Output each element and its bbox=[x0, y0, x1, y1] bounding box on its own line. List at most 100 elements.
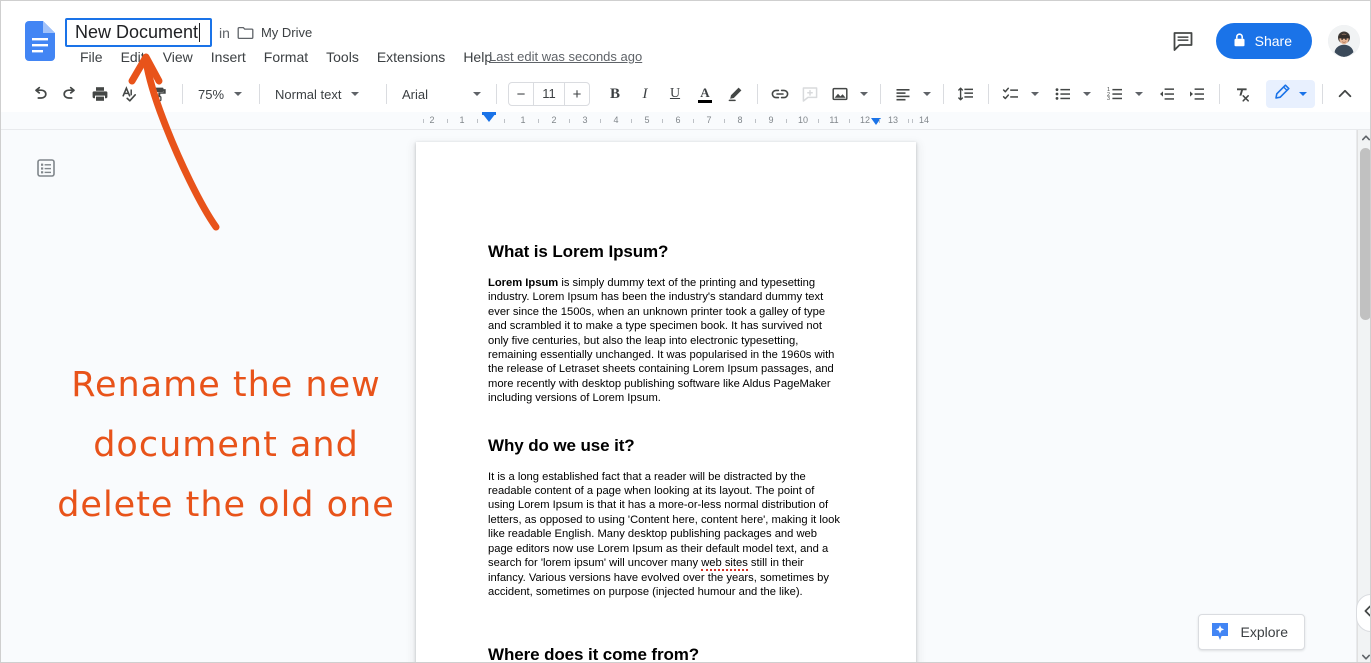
header-actions: Share bbox=[1166, 23, 1360, 59]
ruler-number: 1 bbox=[520, 115, 526, 125]
editing-mode-button[interactable] bbox=[1266, 80, 1315, 108]
vertical-scrollbar[interactable] bbox=[1357, 130, 1370, 662]
share-button-label: Share bbox=[1254, 33, 1292, 49]
ruler-ticks: 2 1 1 2 3 4 5 6 7 8 9 10 11 12 13 14 bbox=[416, 112, 933, 129]
increase-indent-icon[interactable] bbox=[1184, 81, 1210, 107]
font-size-value[interactable]: 11 bbox=[533, 83, 565, 105]
scrollbar-up-button[interactable] bbox=[1358, 130, 1370, 145]
ruler-number: 2 bbox=[429, 115, 435, 125]
toolbar-separator bbox=[943, 84, 944, 104]
numbered-list-dropdown[interactable] bbox=[1132, 81, 1146, 107]
insert-image-icon[interactable] bbox=[827, 81, 853, 107]
left-indent-marker[interactable] bbox=[482, 113, 496, 122]
menu-extensions[interactable]: Extensions bbox=[368, 47, 454, 67]
document-ruler[interactable]: 2 1 1 2 3 4 5 6 7 8 9 10 11 12 13 14 bbox=[416, 112, 933, 129]
undo-icon[interactable] bbox=[27, 81, 53, 107]
chevron-down-icon bbox=[234, 92, 243, 96]
bulleted-list-icon[interactable] bbox=[1050, 81, 1076, 107]
collapse-side-panel-button[interactable] bbox=[1356, 594, 1370, 632]
comment-history-icon[interactable] bbox=[1166, 24, 1200, 58]
chevron-down-icon bbox=[473, 92, 481, 96]
scrollbar-down-button[interactable] bbox=[1358, 649, 1370, 662]
hide-menus-button[interactable] bbox=[1332, 81, 1358, 107]
svg-text:3: 3 bbox=[1107, 96, 1110, 102]
italic-button[interactable]: I bbox=[632, 81, 658, 107]
explore-button[interactable]: Explore bbox=[1197, 614, 1305, 650]
clear-formatting-icon[interactable] bbox=[1229, 81, 1255, 107]
add-comment-icon[interactable] bbox=[797, 81, 823, 107]
folder-icon[interactable] bbox=[237, 26, 254, 40]
docs-file-icon[interactable] bbox=[23, 19, 57, 63]
align-dropdown[interactable] bbox=[920, 81, 934, 107]
paragraph-lead-bold: Lorem Ipsum bbox=[488, 277, 559, 289]
chevron-down-icon bbox=[1299, 92, 1307, 96]
redo-icon[interactable] bbox=[57, 81, 83, 107]
misspelled-word[interactable]: web sites bbox=[701, 557, 748, 572]
link-icon[interactable] bbox=[767, 81, 793, 107]
in-label: in bbox=[219, 24, 230, 41]
text-color-button[interactable]: A bbox=[692, 81, 718, 107]
ruler-number: 4 bbox=[613, 115, 619, 125]
menu-tools[interactable]: Tools bbox=[317, 47, 368, 67]
insert-image-dropdown[interactable] bbox=[857, 81, 871, 107]
menu-format[interactable]: Format bbox=[255, 47, 317, 67]
line-spacing-icon[interactable] bbox=[953, 81, 979, 107]
menu-insert[interactable]: Insert bbox=[202, 47, 255, 67]
menu-file[interactable]: File bbox=[71, 47, 112, 67]
font-size-increase-button[interactable]: + bbox=[565, 83, 589, 105]
text-color-icon: A bbox=[698, 86, 712, 103]
spellcheck-icon[interactable] bbox=[117, 81, 143, 107]
underline-label: U bbox=[669, 86, 681, 101]
ruler-number: 7 bbox=[706, 115, 712, 125]
document-canvas: What is Lorem Ipsum? Lorem Ipsum is simp… bbox=[1, 130, 1370, 662]
font-family-select[interactable]: Arial bbox=[394, 81, 489, 107]
toolbar-separator bbox=[757, 84, 758, 104]
font-family-value: Arial bbox=[402, 86, 429, 102]
user-avatar[interactable] bbox=[1328, 25, 1360, 57]
bulleted-list-dropdown[interactable] bbox=[1080, 81, 1094, 107]
font-size-decrease-button[interactable]: − bbox=[509, 83, 533, 105]
toolbar-separator bbox=[182, 84, 183, 104]
underline-button[interactable]: U bbox=[662, 81, 688, 107]
numbered-list-icon[interactable]: 1 2 3 bbox=[1102, 81, 1128, 107]
document-body[interactable]: What is Lorem Ipsum? Lorem Ipsum is simp… bbox=[416, 142, 916, 662]
heading-why-do-we-use-it: Why do we use it? bbox=[488, 435, 635, 455]
explore-button-label: Explore bbox=[1240, 624, 1288, 640]
menu-edit[interactable]: Edit bbox=[112, 47, 154, 67]
heading-what-is-lorem-ipsum: What is Lorem Ipsum? bbox=[488, 242, 669, 261]
google-docs-window: New Document in My Drive File Edit View … bbox=[0, 0, 1371, 663]
zoom-select[interactable]: 75% bbox=[190, 81, 252, 107]
chevron-left-icon bbox=[1361, 604, 1370, 623]
document-title-input[interactable]: New Document bbox=[65, 18, 213, 47]
ruler-number: 6 bbox=[675, 115, 681, 125]
paint-format-icon[interactable] bbox=[147, 81, 173, 107]
checklist-dropdown[interactable] bbox=[1028, 81, 1042, 107]
paragraph-body-part-a: It is a long established fact that a rea… bbox=[488, 470, 840, 570]
ruler-number: 5 bbox=[644, 115, 650, 125]
menu-view[interactable]: View bbox=[154, 47, 202, 67]
ruler-number: 14 bbox=[918, 115, 930, 125]
document-title-text: New Document bbox=[75, 22, 199, 42]
annotation-text: Rename the new document and delete the o… bbox=[57, 365, 395, 525]
align-left-icon[interactable] bbox=[890, 81, 916, 107]
chevron-down-icon bbox=[923, 92, 931, 96]
ruler-number: 8 bbox=[737, 115, 743, 125]
bold-label: B bbox=[609, 85, 620, 102]
last-edit-status[interactable]: Last edit was seconds ago bbox=[489, 49, 642, 64]
explore-star-icon bbox=[1209, 620, 1231, 645]
paragraph-style-select[interactable]: Normal text bbox=[267, 81, 379, 107]
text-color-label: A bbox=[700, 84, 710, 100]
print-icon[interactable] bbox=[87, 81, 113, 107]
text-caret bbox=[199, 22, 201, 42]
bold-button[interactable]: B bbox=[602, 81, 628, 107]
ruler-number: 1 bbox=[459, 115, 465, 125]
drive-folder-name[interactable]: My Drive bbox=[261, 25, 312, 40]
share-button[interactable]: Share bbox=[1215, 23, 1312, 59]
decrease-indent-icon[interactable] bbox=[1154, 81, 1180, 107]
scrollbar-thumb[interactable] bbox=[1360, 148, 1370, 320]
document-page[interactable]: What is Lorem Ipsum? Lorem Ipsum is simp… bbox=[416, 142, 916, 662]
document-outline-icon[interactable] bbox=[35, 157, 57, 179]
highlight-pen-icon[interactable] bbox=[722, 81, 748, 107]
toolbar-separator bbox=[880, 84, 881, 104]
checklist-icon[interactable] bbox=[998, 81, 1024, 107]
